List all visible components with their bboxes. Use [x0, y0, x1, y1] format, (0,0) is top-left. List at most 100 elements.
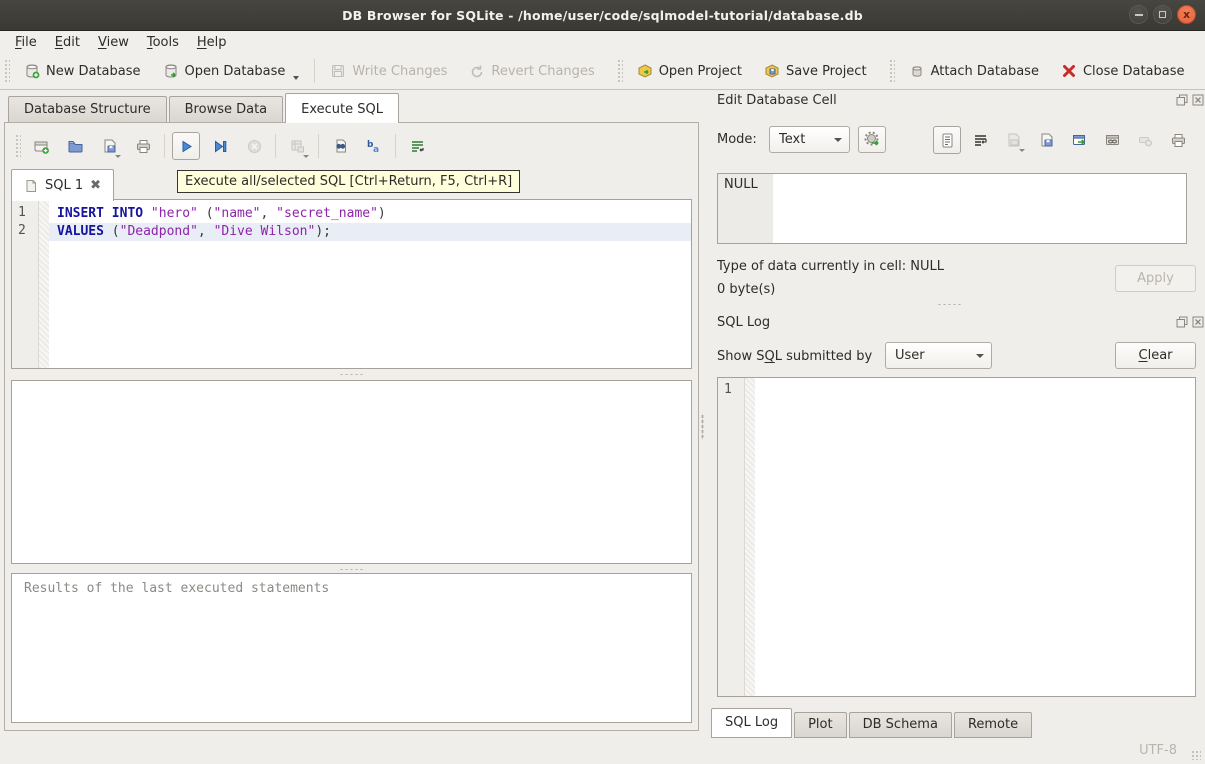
new-database-icon: [24, 63, 40, 79]
menu-help[interactable]: Help: [188, 33, 236, 52]
toolbar-drag-handle[interactable]: [3, 58, 10, 84]
apply-label: Apply: [1137, 271, 1174, 286]
tab-plot[interactable]: Plot: [794, 712, 847, 738]
save-project-icon: [764, 63, 780, 79]
float-panel-icon[interactable]: [1176, 316, 1188, 328]
sql-toolbar-separator: [275, 134, 276, 158]
menu-tools[interactable]: Tools: [138, 33, 188, 52]
close-database-button[interactable]: Close Database: [1050, 56, 1196, 86]
float-panel-icon[interactable]: [1176, 94, 1188, 106]
word-wrap-button[interactable]: [403, 132, 431, 160]
sql-line-current: VALUES ("Deadpond", "Dive Wilson");: [49, 223, 691, 241]
tab-db-schema[interactable]: DB Schema: [849, 712, 952, 738]
sql-log-dock-controls: [1176, 316, 1204, 328]
write-changes-icon: [330, 63, 346, 79]
menu-file[interactable]: File: [6, 33, 46, 52]
copy-link-button[interactable]: [1098, 126, 1126, 154]
text-mode-button[interactable]: [933, 126, 961, 154]
write-changes-label: Write Changes: [352, 64, 447, 79]
main-tab-bar: Database Structure Browse Data Execute S…: [8, 95, 401, 123]
print-cell-button[interactable]: [1164, 126, 1192, 154]
open-database-button[interactable]: Open Database: [152, 56, 311, 86]
title-bar[interactable]: DB Browser for SQLite - /home/user/code/…: [0, 0, 1205, 31]
menu-edit[interactable]: Edit: [46, 33, 89, 52]
stop-icon: [246, 138, 263, 155]
close-panel-icon[interactable]: [1192, 316, 1204, 328]
maximize-icon: [1159, 11, 1166, 18]
cell-value-editor[interactable]: NULL: [717, 173, 1187, 244]
line-number: 1: [18, 205, 26, 220]
dock-splitter[interactable]: [930, 303, 970, 307]
close-button[interactable]: x: [1177, 5, 1196, 24]
tab-execute-sql[interactable]: Execute SQL: [285, 93, 399, 123]
menu-bar: File Edit View Tools Help: [0, 31, 1205, 53]
save-sql-file-button[interactable]: [95, 132, 123, 160]
mode-select[interactable]: Text: [769, 126, 850, 153]
open-project-button[interactable]: Open Project: [626, 56, 753, 86]
write-changes-button: Write Changes: [319, 56, 458, 86]
execute-tooltip: Execute all/selected SQL [Ctrl+Return, F…: [177, 170, 520, 193]
attach-database-icon: [909, 63, 925, 79]
tab-remote[interactable]: Remote: [954, 712, 1032, 738]
save-file-dropdown-icon[interactable]: [115, 155, 121, 158]
open-sql-file-button[interactable]: [61, 132, 89, 160]
results-message-pane[interactable]: Results of the last executed statements: [11, 573, 692, 723]
sql-tab-close-icon[interactable]: ✖: [90, 178, 101, 193]
attach-database-label: Attach Database: [931, 64, 1039, 79]
log-filter-select[interactable]: User: [885, 342, 992, 369]
save-file-icon: [101, 138, 118, 155]
cell-word-wrap-icon: [972, 132, 989, 149]
panel-splitter[interactable]: [699, 122, 705, 731]
folding-margin: [39, 200, 49, 368]
results-log-splitter[interactable]: [11, 566, 692, 573]
open-project-label: Open Project: [659, 64, 742, 79]
minimize-button[interactable]: [1129, 5, 1148, 24]
open-database-dropdown-icon[interactable]: [293, 76, 299, 80]
line-number-gutter: 1 2: [12, 200, 39, 368]
open-project-icon: [637, 63, 653, 79]
close-panel-icon[interactable]: [1192, 94, 1204, 106]
log-line-number: 1: [724, 382, 732, 397]
cell-editor-margin: NULL: [718, 174, 773, 243]
close-database-icon: [1061, 63, 1077, 79]
print-sql-button[interactable]: [129, 132, 157, 160]
clear-log-button[interactable]: Clear: [1115, 342, 1196, 369]
save-project-button[interactable]: Save Project: [753, 56, 878, 86]
sql-toolbar-drag-handle[interactable]: [14, 133, 21, 159]
tab-database-structure[interactable]: Database Structure: [8, 96, 167, 123]
sql-log-view[interactable]: 1: [717, 377, 1196, 697]
clear-label: Clear: [1139, 348, 1173, 363]
log-filter-label: Show SQL submitted by: [717, 349, 872, 364]
tab-browse-data[interactable]: Browse Data: [169, 96, 284, 123]
format-sql-button[interactable]: ba: [360, 132, 388, 160]
menu-view[interactable]: View: [89, 33, 138, 52]
resize-grip[interactable]: [1191, 750, 1201, 760]
execute-line-button[interactable]: [206, 132, 234, 160]
save-results-icon: [289, 138, 306, 155]
gear-arrow-icon: [864, 131, 881, 148]
attach-database-button[interactable]: Attach Database: [898, 56, 1050, 86]
toolbar-drag-handle[interactable]: [888, 58, 895, 84]
sql-document-tab[interactable]: SQL 1 ✖: [11, 169, 114, 201]
import-icon: [1005, 132, 1022, 149]
editor-results-splitter[interactable]: [11, 371, 692, 378]
stop-execution-button: [240, 132, 268, 160]
new-database-button[interactable]: New Database: [13, 56, 152, 86]
mode-value: Text: [779, 132, 805, 147]
encoding-indicator[interactable]: UTF-8: [1139, 743, 1177, 758]
minimize-icon: [1135, 14, 1143, 16]
sql-editor[interactable]: 1 2 INSERT INTO "hero" ("name", "secret_…: [11, 199, 692, 369]
open-in-app-button[interactable]: [1065, 126, 1093, 154]
tab-sql-log[interactable]: SQL Log: [711, 708, 792, 738]
open-sql-tab-button[interactable]: [27, 132, 55, 160]
window-title: DB Browser for SQLite - /home/user/code/…: [342, 8, 863, 23]
find-replace-button[interactable]: [326, 132, 354, 160]
execute-all-button[interactable]: [172, 132, 200, 160]
maximize-button[interactable]: [1153, 5, 1172, 24]
export-cell-data-button[interactable]: [1032, 126, 1060, 154]
cell-word-wrap-button[interactable]: [966, 126, 994, 154]
open-in-external-button[interactable]: [858, 126, 886, 153]
revert-changes-label: Revert Changes: [491, 64, 594, 79]
edit-cell-title: Edit Database Cell: [717, 93, 837, 108]
toolbar-drag-handle[interactable]: [616, 58, 623, 84]
